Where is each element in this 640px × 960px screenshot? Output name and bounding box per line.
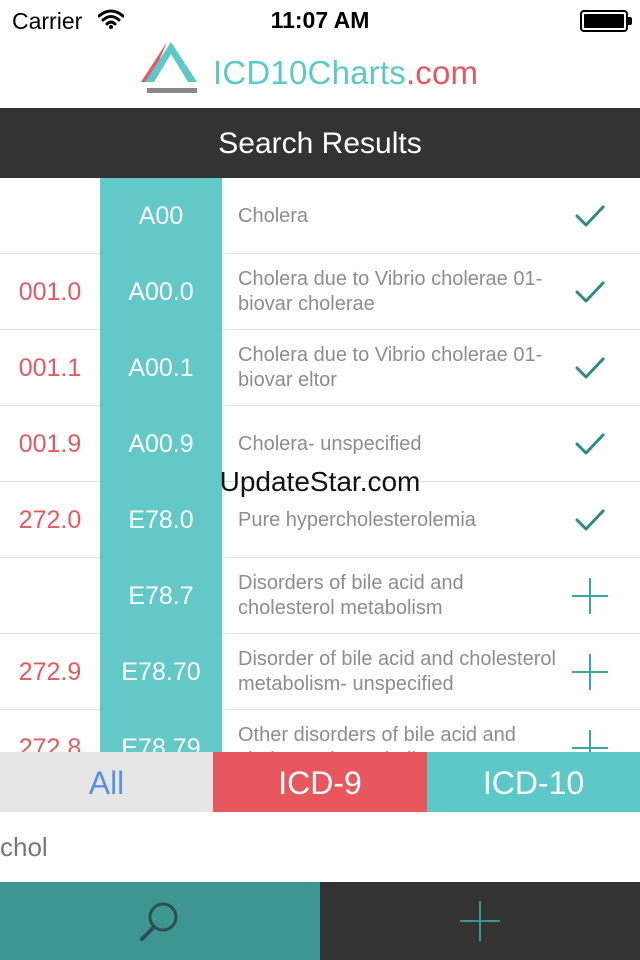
icd9-code	[0, 558, 100, 634]
search-input[interactable]	[0, 812, 640, 882]
icd9-code: 001.1	[18, 354, 82, 382]
icd10-code: E78.70	[100, 634, 222, 711]
icd10-code: A00.0	[100, 254, 222, 331]
added-check-icon[interactable]	[566, 274, 614, 310]
filter-tabs: All ICD-9 ICD-10	[0, 752, 640, 812]
tab-icd10[interactable]: ICD-10	[427, 752, 640, 812]
added-check-icon[interactable]	[566, 350, 614, 386]
code-description: Disorders of bile acid and cholesterol m…	[238, 572, 464, 619]
icd9-code	[0, 178, 100, 254]
status-bar: Carrier 11:07 AM	[0, 0, 640, 40]
result-row[interactable]: E78.7 Disorders of bile acid and choleste…	[0, 558, 640, 635]
page-title: Search Results	[0, 108, 640, 178]
search-button[interactable]	[0, 882, 320, 960]
added-check-icon[interactable]	[566, 426, 614, 462]
add-plus-icon[interactable]	[566, 654, 614, 690]
add-plus-icon[interactable]	[566, 578, 614, 614]
logo-text-part2: .com	[405, 54, 479, 91]
bottom-toolbar	[0, 882, 640, 960]
result-row[interactable]: 272.9 E78.70 Disorder of bile acid and cho…	[0, 634, 640, 711]
icd10-code: E78.7	[100, 558, 222, 635]
logo-triangle-icon	[141, 42, 197, 93]
code-description: Cholera due to Vibrio cholerae 01- biova…	[238, 344, 543, 391]
icd10-code: A00.1	[100, 330, 222, 407]
added-check-icon[interactable]	[566, 502, 614, 538]
code-description: Cholera	[238, 204, 309, 227]
icd10-code: E78.79	[100, 710, 222, 752]
icd9-code: 001.0	[18, 278, 82, 306]
code-description: Other disorders of bile acid and cholest…	[238, 724, 516, 752]
result-row[interactable]: 001.0 A00.0 Cholera due to Vibrio cholerae…	[0, 254, 640, 331]
icd9-code: 272.8	[18, 734, 82, 752]
search-icon	[140, 902, 178, 941]
code-description: Cholera due to Vibrio cholerae 01- biova…	[238, 268, 543, 315]
logo-text: ICD10Charts.com	[213, 54, 478, 92]
watermark: UpdateStar.com	[219, 466, 421, 497]
tab-icd9[interactable]: ICD-9	[213, 752, 427, 812]
icd10-code: A00	[100, 178, 222, 255]
results-list[interactable]: A00 Cholera 001.0 A00.0 Cholera due to Vibri…	[0, 178, 640, 752]
result-row[interactable]: 001.1 A00.1 Cholera due to Vibrio cholerae…	[0, 330, 640, 407]
result-row[interactable]: A00 Cholera	[0, 178, 640, 255]
logo-text-part1: ICD10Charts	[213, 54, 406, 91]
plus-icon	[460, 901, 500, 941]
result-row[interactable]: 272.8 E78.79 Other disorders of bile acid …	[0, 710, 640, 752]
add-button[interactable]	[320, 882, 640, 960]
clock: 11:07 AM	[270, 7, 370, 33]
added-check-icon[interactable]	[566, 198, 614, 234]
app-logo: ICD10Charts.com	[0, 40, 640, 108]
code-description: Disorder of bile acid and cholesterol me…	[238, 648, 556, 695]
battery-icon	[580, 10, 632, 32]
add-plus-icon[interactable]	[566, 730, 614, 752]
tab-all[interactable]: All	[0, 752, 213, 812]
icd9-code: 272.9	[18, 658, 82, 686]
